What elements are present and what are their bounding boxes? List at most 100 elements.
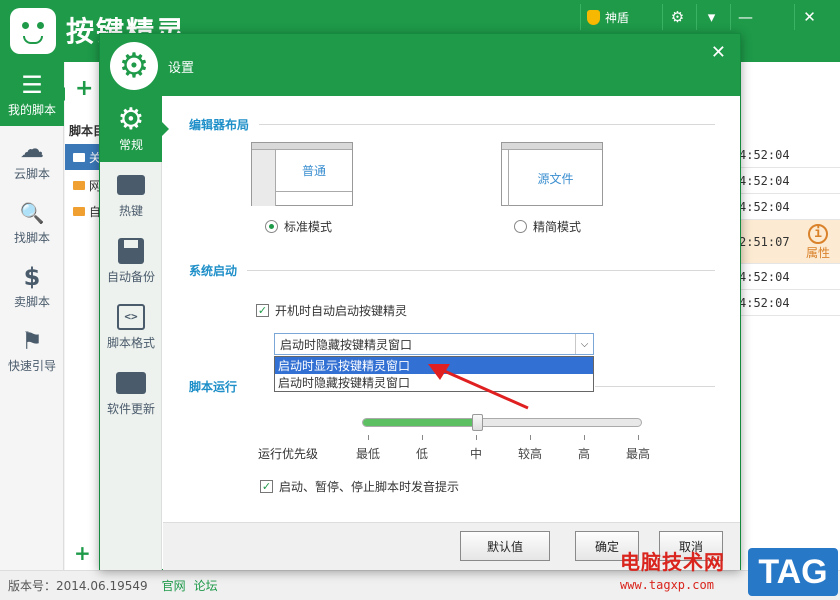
folder-icon xyxy=(73,180,85,190)
time-cell: 4:52:04 xyxy=(739,147,790,162)
tab-hotkeys[interactable]: 热键 xyxy=(100,162,162,228)
nav-label: 自动备份 xyxy=(106,270,155,284)
slider-fill xyxy=(363,419,477,426)
slider-tick xyxy=(584,435,585,440)
checkbox-label: 开机时自动启动按键精灵 xyxy=(275,304,408,318)
priority-level-label: 低 xyxy=(415,447,429,461)
autostart-checkbox[interactable]: ✓ 开机时自动启动按键精灵 xyxy=(256,302,407,319)
checkmark-icon: ✓ xyxy=(256,304,269,317)
slider-tick xyxy=(422,435,423,440)
simple-thumb-label: 源文件 xyxy=(508,150,602,206)
settings-general-panel: 编辑器布局 普通 源文件 标准模式 精简模式 系统启动 ✓ 开机时自动启动按键精… xyxy=(163,96,740,522)
chevron-down-icon[interactable]: ⌵ xyxy=(575,334,593,354)
sound-prompt-checkbox[interactable]: ✓ 启动、暂停、停止脚本时发音提示 xyxy=(260,478,459,495)
settings-gear-button[interactable]: ⚙ xyxy=(662,4,692,30)
forum-link[interactable]: 论坛 xyxy=(194,577,218,594)
sidebar-label: 云脚本 xyxy=(13,166,50,181)
tab-software-update[interactable]: 软件更新 xyxy=(100,360,162,426)
section-divider xyxy=(247,270,715,271)
slider-tick xyxy=(530,435,531,440)
default-values-button[interactable]: 默认值 xyxy=(460,531,550,561)
table-row[interactable]: 4:52:04 xyxy=(737,194,840,220)
add-folder-button[interactable]: + xyxy=(74,541,91,565)
table-row[interactable]: 4:52:04 xyxy=(737,142,840,168)
folder-icon xyxy=(73,152,85,162)
version-label: 版本号：2014.06.19549 xyxy=(8,579,148,593)
settings-nav: ⚙ 常规 热键 自动备份 <> 脚本格式 软件更新 xyxy=(100,96,169,570)
settings-dialog: ⚙ 设置 ✕ ⚙ 常规 热键 自动备份 <> 脚本格式 软件更新 编辑器布局 普… xyxy=(99,33,741,570)
radio-label: 精简模式 xyxy=(533,220,582,234)
modified-time-column: 4:52:04 4:52:04 4:52:04 2:51:07 i 属性 4:5… xyxy=(737,142,840,316)
save-disk-icon xyxy=(116,237,146,265)
annotation-arrow xyxy=(428,364,529,410)
menu-dropdown-button[interactable]: ▾ xyxy=(696,4,726,30)
folder-icon xyxy=(73,206,85,216)
tab-auto-backup[interactable]: 自动备份 xyxy=(100,228,162,294)
sidebar-item-sell-scripts[interactable]: $ 卖脚本 xyxy=(0,254,64,318)
section-divider xyxy=(595,386,715,387)
cloud-icon: ☁ xyxy=(20,134,44,163)
priority-slider[interactable] xyxy=(362,414,642,431)
priority-level-label: 中 xyxy=(469,447,483,461)
section-title-startup: 系统启动 xyxy=(189,264,238,278)
sidebar-label: 快速引导 xyxy=(7,358,56,373)
table-row[interactable]: 4:52:04 xyxy=(737,264,840,290)
minimize-button[interactable]: — xyxy=(730,4,760,30)
checkmark-icon: ✓ xyxy=(260,480,273,493)
slider-thumb[interactable] xyxy=(472,414,483,431)
sidebar-label: 卖脚本 xyxy=(13,294,50,309)
priority-level-label: 高 xyxy=(577,447,591,461)
sidebar-label: 我的脚本 xyxy=(7,102,56,117)
standard-layout-preview[interactable]: 普通 xyxy=(251,142,353,206)
time-cell: 2:51:07 xyxy=(739,234,790,249)
watermark-tag-logo: TAG xyxy=(748,548,838,596)
properties-button[interactable]: i 属性 xyxy=(796,220,840,264)
priority-level-label: 较高 xyxy=(517,447,543,461)
list-icon: ☰ xyxy=(21,70,43,99)
simple-mode-radio[interactable]: 精简模式 xyxy=(514,218,581,235)
add-script-button[interactable]: + xyxy=(75,76,93,101)
slider-tick xyxy=(476,435,477,440)
priority-level-label: 最低 xyxy=(355,447,381,461)
watermark-title: 电脑技术网 xyxy=(620,550,725,574)
radio-selected-icon xyxy=(265,220,278,233)
table-row[interactable]: 4:52:04 xyxy=(737,290,840,316)
shield-icon xyxy=(587,9,600,25)
checkbox-label: 启动、暂停、停止脚本时发音提示 xyxy=(279,480,460,494)
watermark: 电脑技术网 www.tagxp.com TAG xyxy=(616,546,838,598)
magnifier-icon: 🔍 xyxy=(19,200,45,225)
startup-window-select[interactable]: 启动时隐藏按键精灵窗口 ⌵ xyxy=(274,333,594,355)
table-row[interactable]: 2:51:07 i 属性 xyxy=(737,220,840,264)
dialog-header: ⚙ 设置 ✕ xyxy=(100,34,740,96)
standard-thumb-label: 普通 xyxy=(276,150,352,192)
official-site-link[interactable]: 官网 xyxy=(162,577,186,594)
info-icon: i xyxy=(808,223,828,244)
slider-tick xyxy=(638,435,639,440)
sidebar-item-my-scripts[interactable]: ☰ 我的脚本 xyxy=(0,62,71,126)
robot-logo-icon xyxy=(10,8,56,54)
table-row[interactable]: 4:52:04 xyxy=(737,168,840,194)
nav-label: 常规 xyxy=(118,138,143,152)
dollar-icon: $ xyxy=(23,262,41,291)
standard-mode-radio[interactable]: 标准模式 xyxy=(265,218,332,235)
tab-general[interactable]: ⚙ 常规 xyxy=(100,96,169,162)
simple-layout-preview[interactable]: 源文件 xyxy=(501,142,603,206)
sidebar-item-quick-guide[interactable]: ⚑ 快速引导 xyxy=(0,318,64,382)
settings-gear-icon: ⚙ xyxy=(110,42,158,90)
sidebar-item-find-scripts[interactable]: 🔍 找脚本 xyxy=(0,190,64,254)
close-app-button[interactable]: ✕ xyxy=(794,4,824,30)
app-sidebar: ☰ 我的脚本 ☁ 云脚本 🔍 找脚本 $ 卖脚本 ⚑ 快速引导 xyxy=(0,62,71,570)
dialog-close-button[interactable]: ✕ xyxy=(711,42,726,63)
watermark-url: www.tagxp.com xyxy=(620,578,714,592)
shield-button[interactable]: 神盾 xyxy=(580,4,635,30)
code-icon: <> xyxy=(116,303,146,331)
priority-label: 运行优先级 xyxy=(258,447,319,461)
gear-icon: ⚙ xyxy=(117,101,145,137)
time-cell: 4:52:04 xyxy=(739,295,790,310)
nav-label: 热键 xyxy=(118,204,143,218)
radio-empty-icon xyxy=(514,220,527,233)
section-divider xyxy=(259,124,715,125)
keyboard-icon xyxy=(116,171,146,199)
tab-script-format[interactable]: <> 脚本格式 xyxy=(100,294,162,360)
sidebar-item-cloud-scripts[interactable]: ☁ 云脚本 xyxy=(0,126,64,190)
